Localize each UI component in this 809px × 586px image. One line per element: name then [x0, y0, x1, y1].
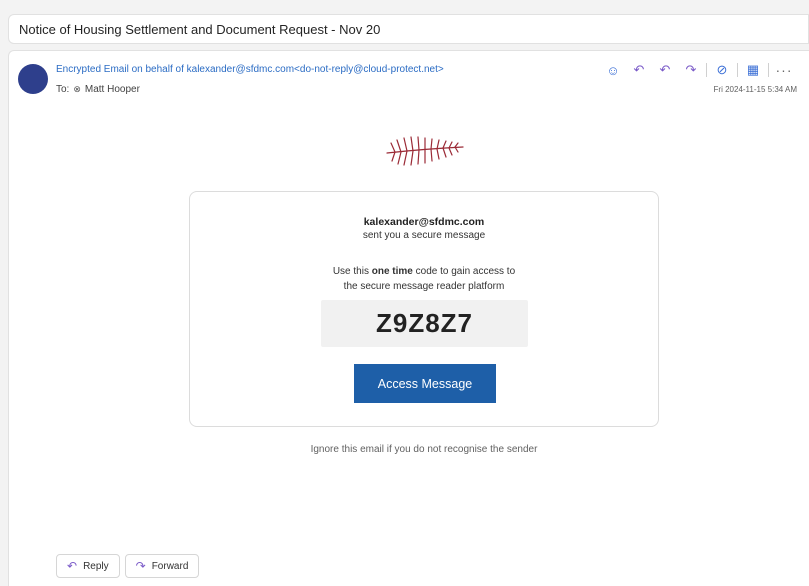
apps-icon[interactable]: ▦: [740, 60, 766, 80]
subject-title: Notice of Housing Settlement and Documen…: [19, 21, 381, 37]
divider: [768, 63, 769, 77]
card-instruction-line2: the secure message reader platform: [343, 281, 505, 292]
sender-line[interactable]: Encrypted Email on behalf of kalexander@…: [56, 64, 444, 75]
divider: [706, 63, 707, 77]
divider: [737, 63, 738, 77]
sensitivity-icon[interactable]: ⊘: [709, 60, 735, 80]
sender-avatar[interactable]: [18, 64, 48, 94]
to-label: To:: [56, 84, 70, 95]
recipient-line: To: ⊗ Matt Hooper: [56, 84, 140, 95]
secure-message-card: kalexander@sfdmc.com sent you a secure m…: [189, 191, 659, 427]
smiley-icon[interactable]: ☺: [600, 60, 626, 80]
reply-all-icon[interactable]: ↶: [652, 60, 678, 80]
card-sent-text: sent you a secure message: [362, 230, 486, 241]
ignore-notice: Ignore this email if you do not recognis…: [310, 444, 538, 455]
forward-icon: ↷: [135, 559, 146, 573]
forward-button[interactable]: ↷ Forward: [124, 554, 200, 578]
reply-label: Reply: [83, 560, 109, 572]
forward-label: Forward: [151, 560, 189, 572]
access-code: Z9Z8Z7: [321, 300, 528, 347]
recipient-status-icon: ⊗: [73, 84, 81, 94]
subject-bar: Notice of Housing Settlement and Documen…: [8, 14, 809, 44]
forward-icon[interactable]: ↷: [678, 60, 704, 80]
recipient-name[interactable]: Matt Hooper: [85, 84, 140, 95]
reply-icon: ↶: [67, 559, 78, 573]
more-icon[interactable]: ···: [771, 60, 797, 80]
message-date: Fri 2024-11-15 5:34 AM: [713, 85, 797, 94]
access-message-button[interactable]: Access Message: [354, 364, 496, 403]
reply-button[interactable]: ↶ Reply: [56, 554, 120, 578]
message-pane: Encrypted Email on behalf of kalexander@…: [8, 50, 809, 586]
card-sender: kalexander@sfdmc.com: [363, 216, 485, 228]
card-instruction-line1: Use this one time code to gain access to: [332, 266, 516, 277]
reply-icon[interactable]: ↶: [626, 60, 652, 80]
one-time-emphasis: one time: [371, 266, 413, 277]
footer-actions: ↶ Reply ↷ Forward: [56, 554, 200, 578]
fern-logo-icon: [386, 136, 464, 166]
message-actions: ☺ ↶ ↶ ↷ ⊘ ▦ ···: [600, 60, 797, 80]
